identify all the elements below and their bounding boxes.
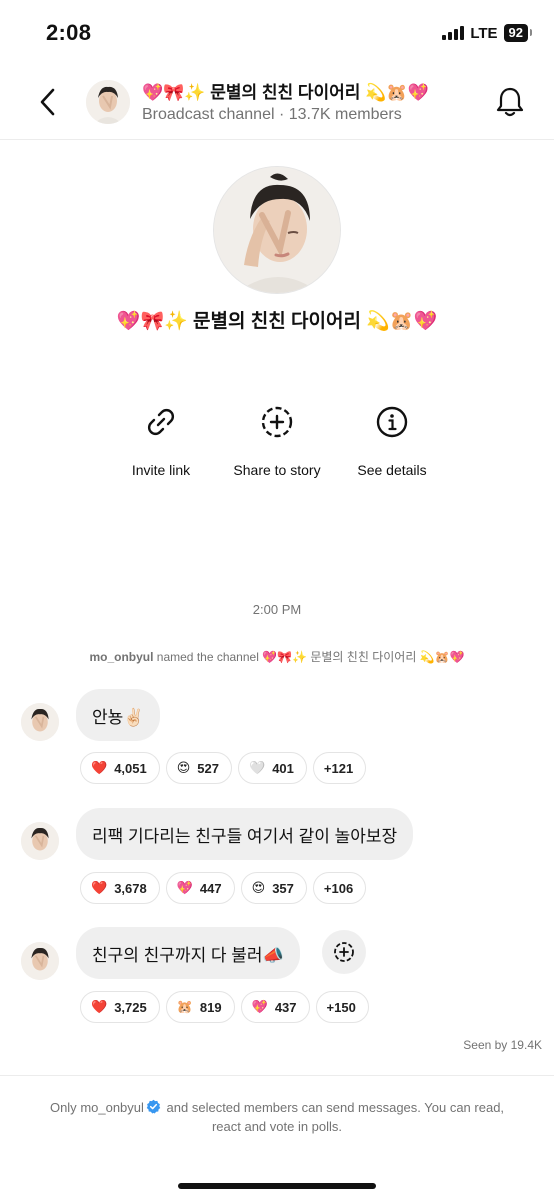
reaction-chip[interactable]: ❤️ 3,725 xyxy=(80,991,160,1023)
signal-icon xyxy=(442,26,465,40)
battery-icon: 92 xyxy=(503,24,533,42)
channel-profile-photo[interactable] xyxy=(213,166,341,294)
status-time: 2:08 xyxy=(46,20,92,45)
invite-link-button[interactable]: Invite link xyxy=(101,402,221,478)
sparkling-heart-icon: 💖 xyxy=(176,880,193,895)
reaction-chip[interactable]: ❤️ 4,051 xyxy=(80,752,160,784)
broadcast-permission-note: Only mo_onbyul and selected members can … xyxy=(40,1099,514,1135)
reaction-chip[interactable]: 💖 437 xyxy=(240,991,310,1023)
reaction-count: 357 xyxy=(272,880,294,896)
reaction-count: +150 xyxy=(326,999,356,1015)
white-heart-icon: 🤍 xyxy=(249,760,266,775)
status-indicators: LTE 92 xyxy=(442,24,533,42)
more-reactions-chip[interactable]: +150 xyxy=(315,991,369,1023)
invite-link-label: Invite link xyxy=(131,462,191,478)
footer-divider xyxy=(0,1075,554,1076)
add-reaction-icon xyxy=(334,942,354,962)
sender-avatar[interactable] xyxy=(21,822,59,860)
channel-actions: Invite link Share to story See details xyxy=(0,402,554,482)
add-story-icon xyxy=(261,406,293,438)
footer-text-after: and selected members can send messages. … xyxy=(166,1100,505,1134)
status-bar: 2:08 LTE 92 xyxy=(0,0,554,66)
header-subtitle: Broadcast channel · 13.7K members xyxy=(142,106,402,123)
add-reaction-button[interactable] xyxy=(322,930,366,974)
reaction-count: 3,678 xyxy=(114,880,147,896)
heart-eyes-icon: 😍 xyxy=(176,760,191,775)
reaction-bar: ❤️ 4,051 😍 527 🤍 401 +121 xyxy=(80,752,367,784)
sender-avatar[interactable] xyxy=(21,942,59,980)
share-to-story-label: Share to story xyxy=(233,462,321,478)
reaction-count: 819 xyxy=(199,999,222,1015)
system-message: mo_onbyul named the channel 💖🎀✨ 문별의 친친 다… xyxy=(0,648,554,665)
message-bubble[interactable]: 안뇽✌🏻 xyxy=(76,689,161,741)
hamster-icon: 🐹 xyxy=(176,999,193,1014)
channel-name: 💖🎀✨ 문별의 친친 다이어리 💫🐹💖 xyxy=(116,311,438,332)
reaction-chip[interactable]: 😍 527 xyxy=(165,752,232,784)
system-message-text: named the channel 💖🎀✨ 문별의 친친 다이어리 💫🐹💖 xyxy=(153,650,465,664)
footer-text-before: Only xyxy=(49,1100,77,1115)
header-title[interactable]: 💖🎀✨ 문별의 친친 다이어리 💫🐹💖 xyxy=(142,78,429,103)
message-bubble[interactable]: 친구의 친구까지 다 불러📣 xyxy=(76,927,300,979)
reaction-chip[interactable]: 🤍 401 xyxy=(238,752,307,784)
reaction-bar: ❤️ 3,725 🐹 819 💖 437 +150 xyxy=(80,991,369,1023)
system-message-user[interactable]: mo_onbyul xyxy=(89,650,153,664)
reaction-count: 527 xyxy=(197,760,219,776)
reaction-count: 4,051 xyxy=(114,760,147,776)
reaction-count: 401 xyxy=(272,760,294,776)
link-icon xyxy=(148,409,174,435)
heart-icon: ❤️ xyxy=(91,880,108,895)
info-icon xyxy=(376,406,408,438)
back-button[interactable] xyxy=(30,84,66,120)
see-details-button[interactable]: See details xyxy=(332,402,452,478)
more-reactions-chip[interactable]: +121 xyxy=(312,752,367,784)
more-reactions-chip[interactable]: +106 xyxy=(312,872,367,904)
notifications-button[interactable] xyxy=(492,84,528,120)
home-indicator[interactable] xyxy=(178,1183,376,1189)
channel-avatar[interactable] xyxy=(86,80,130,124)
sender-avatar[interactable] xyxy=(21,703,59,741)
footer-username[interactable]: mo_onbyul xyxy=(80,1100,144,1115)
reaction-chip[interactable]: 🐹 819 xyxy=(165,991,235,1023)
heart-eyes-icon: 😍 xyxy=(251,880,266,895)
channel-header: 💖🎀✨ 문별의 친친 다이어리 💫🐹💖 Broadcast channel · … xyxy=(0,66,554,140)
bell-icon xyxy=(496,87,524,117)
timestamp-separator: 2:00 PM xyxy=(252,602,302,617)
message-bubble[interactable]: 리팩 기다리는 친구들 여기서 같이 놀아보장 xyxy=(76,808,414,860)
reaction-count: +106 xyxy=(323,880,354,896)
reaction-chip[interactable]: 😍 357 xyxy=(240,872,307,904)
reaction-chip[interactable]: ❤️ 3,678 xyxy=(80,872,160,904)
reaction-count: 3,725 xyxy=(114,999,147,1015)
heart-icon: ❤️ xyxy=(91,760,108,775)
reaction-chip[interactable]: 💖 447 xyxy=(165,872,235,904)
reaction-count: 437 xyxy=(274,999,297,1015)
share-to-story-button[interactable]: Share to story xyxy=(217,402,337,478)
sparkling-heart-icon: 💖 xyxy=(251,999,268,1014)
network-type: LTE xyxy=(470,24,498,42)
verified-badge-icon xyxy=(146,1099,161,1118)
see-details-label: See details xyxy=(357,462,427,478)
reaction-count: 447 xyxy=(199,880,222,896)
heart-icon: ❤️ xyxy=(91,999,108,1014)
reaction-count: +121 xyxy=(323,760,354,776)
seen-by-count[interactable]: Seen by 19.4K xyxy=(463,1038,542,1052)
chevron-left-icon xyxy=(40,88,55,116)
reaction-bar: ❤️ 3,678 💖 447 😍 357 +106 xyxy=(80,872,367,904)
